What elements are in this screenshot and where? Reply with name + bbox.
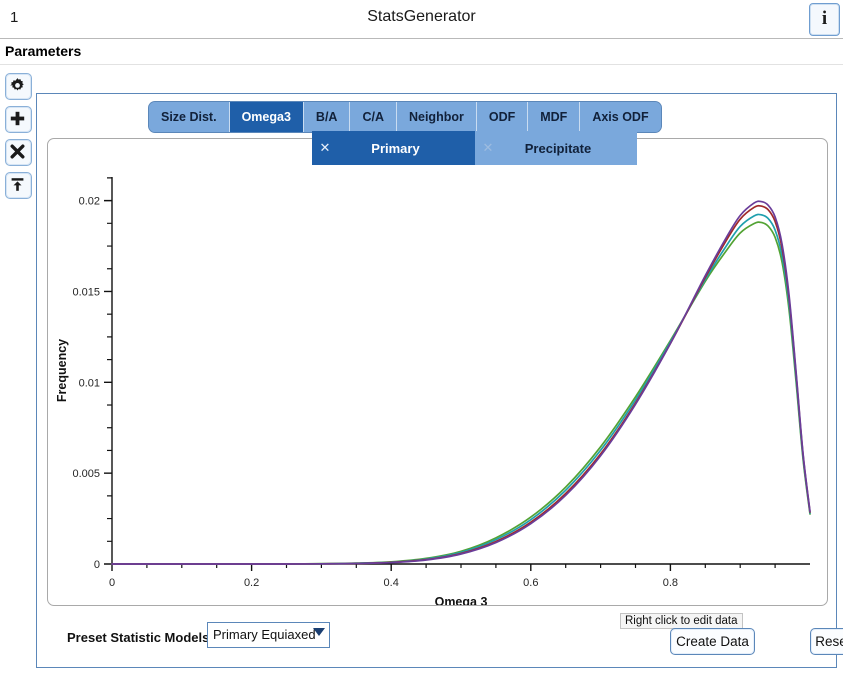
object-tab-label: Primary bbox=[371, 140, 420, 156]
close-tab-icon[interactable]: ✕ bbox=[312, 140, 338, 156]
svg-text:0.01: 0.01 bbox=[79, 377, 100, 389]
tool-icon-column bbox=[0, 73, 36, 205]
chevron-down-icon bbox=[313, 628, 325, 636]
svg-text:0: 0 bbox=[94, 559, 100, 571]
tab-b-a[interactable]: B/A bbox=[303, 102, 351, 132]
gear-button[interactable] bbox=[5, 73, 32, 100]
svg-text:Frequency: Frequency bbox=[55, 339, 69, 402]
delete-button[interactable] bbox=[5, 139, 32, 166]
body-region: ✕ Primary ✕ Precipitate Size Dist. Omega… bbox=[0, 65, 843, 677]
object-tab-label: Precipitate bbox=[524, 140, 592, 156]
tab-axis-odf[interactable]: Axis ODF bbox=[580, 102, 661, 132]
info-button[interactable]: i bbox=[809, 3, 840, 36]
app-title: StatsGenerator bbox=[367, 8, 476, 25]
object-tab-precipitate[interactable]: ✕ Precipitate bbox=[475, 131, 637, 165]
pdf-plot[interactable]: Omega 3 Probability Density Functions 00… bbox=[47, 138, 828, 606]
title-bar: 1 StatsGenerator i bbox=[0, 0, 843, 39]
parameters-header: Parameters bbox=[0, 39, 843, 65]
svg-text:0: 0 bbox=[109, 577, 115, 589]
reset-button[interactable]: Reset... bbox=[810, 628, 843, 655]
parameters-panel: Size Dist. Omega3 B/A C/A Neighbor ODF M… bbox=[36, 93, 843, 668]
tab-neighbor[interactable]: Neighbor bbox=[396, 102, 477, 132]
svg-text:0.2: 0.2 bbox=[244, 577, 259, 589]
preset-statistic-models-label: Preset Statistic Models bbox=[67, 630, 210, 645]
tab-omega3[interactable]: Omega3 bbox=[229, 102, 304, 132]
info-icon: i bbox=[821, 8, 828, 29]
svg-text:0.4: 0.4 bbox=[384, 577, 399, 589]
object-tab-primary[interactable]: ✕ Primary bbox=[312, 131, 475, 165]
svg-text:Omega 3: Omega 3 bbox=[435, 595, 488, 606]
object-tab-bar: ✕ Primary ✕ Precipitate bbox=[312, 131, 637, 165]
plot-canvas: 0 0.005 0.01 0.015 0.02 0 0.2 0.4 0.6 0.8 Omega 3 F… bbox=[55, 177, 811, 606]
preset-selected-value: Primary Equiaxed bbox=[213, 627, 316, 642]
close-tab-icon[interactable]: ✕ bbox=[475, 140, 501, 156]
property-tab-bar: Size Dist. Omega3 B/A C/A Neighbor ODF M… bbox=[149, 102, 661, 132]
svg-text:0.015: 0.015 bbox=[72, 286, 100, 298]
tab-c-a[interactable]: C/A bbox=[350, 102, 397, 132]
svg-text:0.6: 0.6 bbox=[523, 577, 538, 589]
svg-text:0.8: 0.8 bbox=[663, 577, 678, 589]
svg-text:0.005: 0.005 bbox=[72, 468, 100, 480]
edit-data-tooltip: Right click to edit data bbox=[620, 613, 743, 629]
svg-text:0.02: 0.02 bbox=[79, 196, 100, 208]
tab-odf[interactable]: ODF bbox=[476, 102, 529, 132]
add-button[interactable] bbox=[5, 106, 32, 133]
create-data-button[interactable]: Create Data bbox=[670, 628, 755, 655]
move-to-top-button[interactable] bbox=[5, 172, 32, 199]
plot-bottom-bar: Preset Statistic Models Primary Equiaxed… bbox=[37, 606, 843, 667]
tab-size-dist[interactable]: Size Dist. bbox=[149, 102, 230, 132]
preset-statistic-models-select[interactable]: Primary Equiaxed bbox=[207, 622, 330, 648]
tab-mdf[interactable]: MDF bbox=[528, 102, 581, 132]
